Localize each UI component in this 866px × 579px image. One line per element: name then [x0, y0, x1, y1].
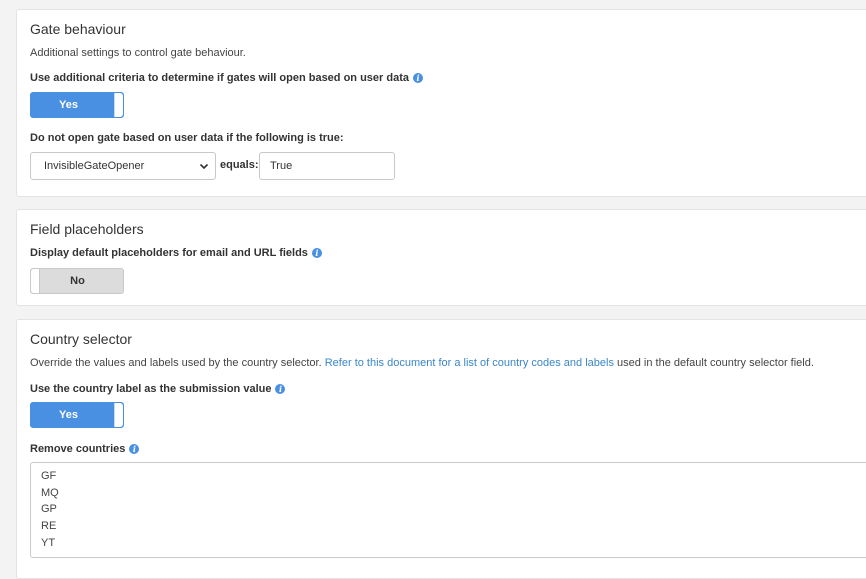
equals-value-input[interactable]: True: [259, 152, 395, 180]
display-placeholders-toggle-label: No: [70, 275, 85, 287]
gate-behaviour-panel: Gate behaviour Additional settings to co…: [16, 9, 866, 197]
country-code-line: MQ: [41, 486, 59, 499]
toggle-knob: [114, 403, 123, 427]
country-code-line: GF: [41, 470, 57, 482]
criteria-toggle-label: Yes: [59, 99, 78, 111]
info-icon[interactable]: i: [275, 384, 286, 394]
label-as-value-toggle[interactable]: Yes: [30, 402, 124, 428]
field-placeholders-title: Field placeholders: [30, 221, 144, 237]
country-code-line: GP: [41, 503, 57, 516]
info-icon[interactable]: i: [129, 444, 140, 454]
condition-label: Do not open gate based on user data if t…: [30, 132, 344, 144]
description-text-end: used in the default country selector fie…: [617, 357, 814, 369]
country-selector-description: Override the values and labels used by t…: [30, 357, 814, 369]
criteria-toggle[interactable]: Yes: [30, 92, 124, 118]
country-selector-panel: Country selector Override the values and…: [16, 319, 866, 579]
label-as-value-toggle-label: Yes: [59, 409, 78, 421]
equals-value-text: True: [270, 160, 293, 172]
country-code-line: YT: [41, 536, 56, 549]
label-as-value-label: Use the country label as the submission …: [30, 383, 286, 395]
info-icon[interactable]: i: [412, 73, 423, 83]
country-code-line: RE: [41, 520, 57, 533]
criteria-label-text: Use additional criteria to determine if …: [30, 72, 409, 84]
remove-countries-label: Remove countries i: [30, 443, 140, 455]
equals-label: equals:: [220, 159, 259, 171]
user-field-select[interactable]: InvisibleGateOpener: [30, 152, 216, 180]
country-codes-link[interactable]: Refer to this document for a list of cou…: [325, 357, 614, 369]
display-placeholders-toggle[interactable]: No: [30, 268, 124, 294]
info-icon[interactable]: i: [311, 248, 322, 258]
toggle-knob: [114, 93, 123, 117]
user-field-select-value: InvisibleGateOpener: [44, 160, 145, 172]
description-text: Override the values and labels used by t…: [30, 357, 322, 369]
label-as-value-label-text: Use the country label as the submission …: [30, 383, 272, 395]
field-placeholders-panel: Field placeholders Display default place…: [16, 209, 866, 306]
gate-behaviour-title: Gate behaviour: [30, 21, 126, 37]
remove-countries-textarea[interactable]: GF MQ GP RE YT: [30, 462, 866, 558]
chevron-down-icon: [199, 163, 209, 170]
gate-behaviour-description: Additional settings to control gate beha…: [30, 47, 246, 59]
criteria-label: Use additional criteria to determine if …: [30, 72, 423, 84]
display-placeholders-label-text: Display default placeholders for email a…: [30, 247, 308, 259]
country-selector-title: Country selector: [30, 331, 132, 347]
remove-countries-label-text: Remove countries: [30, 443, 126, 455]
toggle-knob: [31, 269, 40, 293]
display-placeholders-label: Display default placeholders for email a…: [30, 247, 322, 259]
